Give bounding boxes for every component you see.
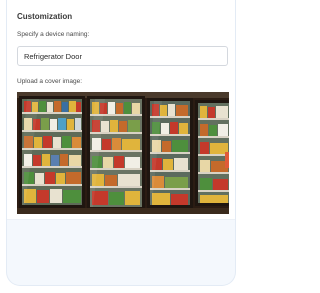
cover-upload-label: Upload a cover image:	[17, 78, 83, 85]
cover-image-preview	[17, 92, 229, 214]
fridge-door-1	[19, 96, 85, 208]
cover-image-upload[interactable]	[17, 92, 229, 214]
device-naming-label: Specify a device naming:	[17, 31, 90, 38]
customization-panel: Customization Specify a device naming: U…	[6, 0, 236, 286]
fridge-door-2	[87, 96, 145, 210]
device-name-input[interactable]	[17, 46, 228, 66]
fridge-door-3	[147, 98, 193, 208]
customization-card: Customization Specify a device naming: U…	[7, 0, 235, 220]
fridge-door-4	[195, 100, 229, 206]
section-title: Customization	[17, 12, 73, 21]
